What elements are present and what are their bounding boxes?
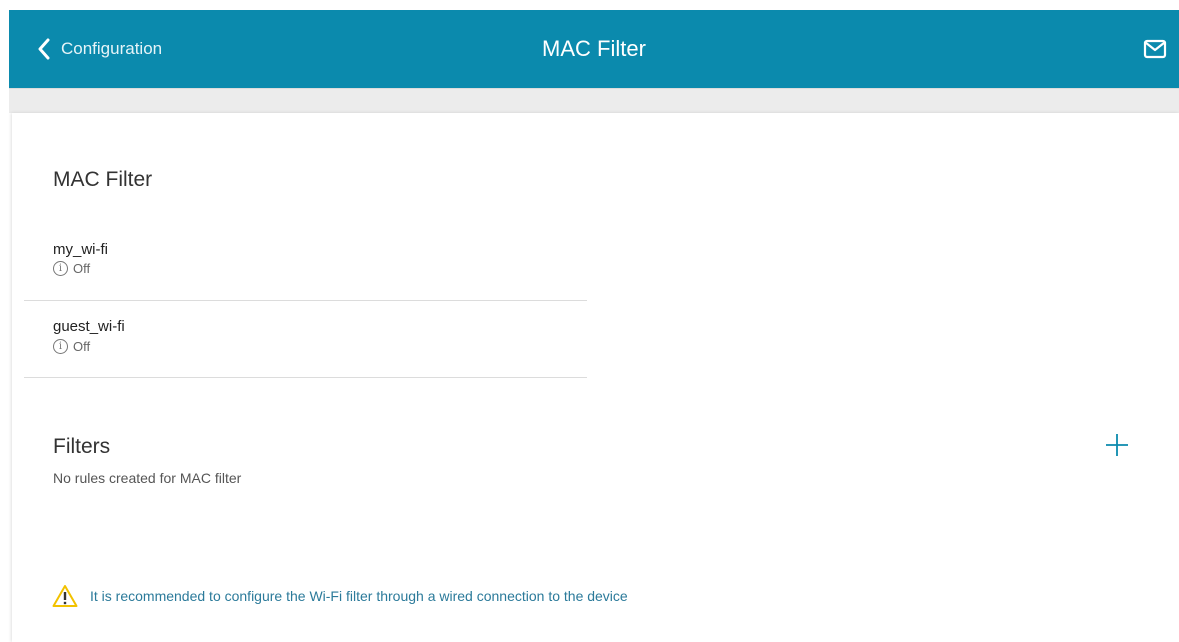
- warning-notice: It is recommended to configure the Wi-Fi…: [52, 584, 628, 608]
- network-name: my_wi-fi: [53, 241, 108, 258]
- back-button[interactable]: Configuration: [37, 10, 162, 88]
- network-item-my-wi-fi[interactable]: my_wi-fi i Off: [24, 223, 587, 301]
- network-name: guest_wi-fi: [53, 318, 125, 335]
- page-title: MAC Filter: [542, 36, 646, 61]
- warning-icon: [52, 585, 78, 607]
- warning-text: It is recommended to configure the Wi-Fi…: [90, 588, 628, 604]
- add-filter-button[interactable]: [1104, 432, 1130, 458]
- network-status: i Off: [53, 339, 90, 354]
- back-label: Configuration: [61, 39, 163, 58]
- network-status-text: Off: [73, 339, 91, 354]
- mac-filter-section-title: MAC Filter: [53, 168, 153, 191]
- filters-empty-text: No rules created for MAC filter: [53, 470, 242, 486]
- info-icon: i: [53, 339, 68, 354]
- info-icon: i: [53, 261, 68, 276]
- network-status-text: Off: [73, 261, 91, 276]
- mail-icon[interactable]: [1143, 38, 1167, 60]
- filters-section-title: Filters: [53, 435, 111, 458]
- network-item-guest-wi-fi[interactable]: guest_wi-fi i Off: [24, 300, 587, 378]
- network-status: i Off: [53, 261, 90, 276]
- chevron-left-icon: [38, 38, 50, 60]
- top-header: Configuration MAC Filter: [9, 10, 1179, 88]
- content-gutter: [9, 89, 1179, 113]
